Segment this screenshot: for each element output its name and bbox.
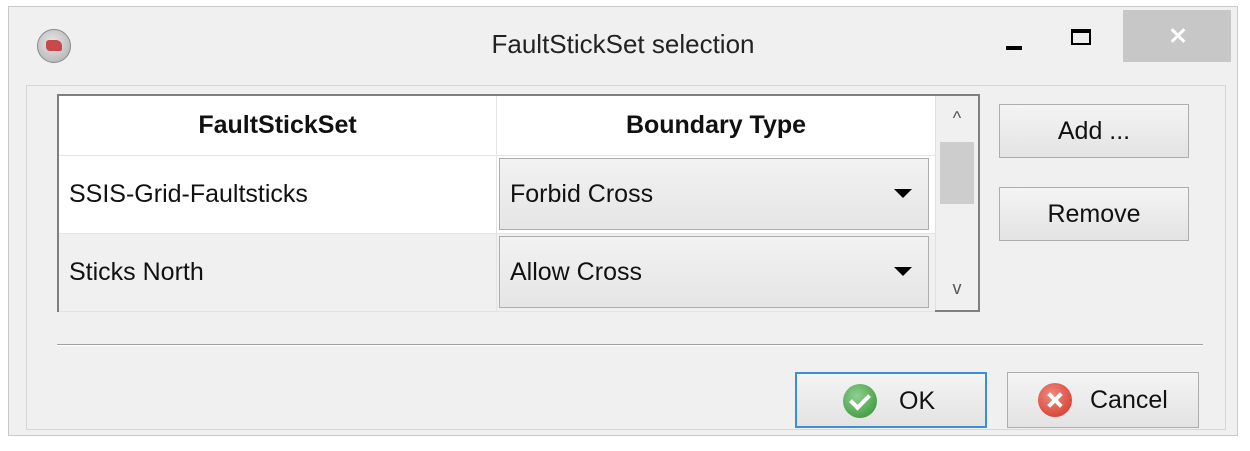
scrollbar-thumb[interactable]: [940, 142, 974, 204]
window-title: FaultStickSet selection: [491, 29, 755, 59]
dialog-content: FaultStickSet Boundary Type SSIS-Grid-Fa…: [26, 85, 1226, 430]
maximize-icon[interactable]: [1059, 23, 1103, 63]
dialog-window: FaultStickSet selection FaultStickSet Bo…: [8, 6, 1238, 436]
vertical-scrollbar[interactable]: ^ v: [935, 96, 978, 310]
checkmark-icon: [843, 384, 877, 418]
add-button[interactable]: Add ...: [999, 104, 1189, 158]
boundary-type-dropdown[interactable]: Forbid Cross: [499, 158, 929, 230]
dropdown-arrow-icon[interactable]: [894, 189, 912, 198]
column-header-boundary-type[interactable]: Boundary Type: [497, 96, 935, 155]
scroll-down-arrow-icon[interactable]: v: [936, 266, 978, 310]
cancel-button[interactable]: Cancel: [1007, 372, 1199, 428]
table-header: FaultStickSet Boundary Type: [59, 96, 935, 156]
table-row[interactable]: SSIS-Grid-Faultsticks Forbid Cross: [59, 156, 935, 234]
title-bar[interactable]: FaultStickSet selection: [9, 7, 1237, 85]
scroll-up-arrow-icon[interactable]: ^: [936, 96, 978, 140]
boundary-type-value: Forbid Cross: [510, 180, 654, 208]
boundary-type-dropdown[interactable]: Allow Cross: [499, 236, 929, 308]
close-icon[interactable]: [1123, 10, 1231, 62]
column-header-faultstickset[interactable]: FaultStickSet: [59, 96, 497, 155]
faultstickset-name-cell[interactable]: SSIS-Grid-Faultsticks: [59, 156, 497, 233]
cancel-label: Cancel: [1090, 386, 1168, 414]
table-row[interactable]: Sticks North Allow Cross: [59, 234, 935, 312]
ok-button[interactable]: OK: [795, 372, 987, 428]
cancel-x-icon: [1038, 383, 1072, 417]
ok-label: OK: [899, 387, 936, 415]
separator-line: [57, 344, 1203, 346]
minimize-icon[interactable]: [994, 23, 1032, 63]
remove-button[interactable]: Remove: [999, 187, 1189, 241]
faultstickset-name-cell[interactable]: Sticks North: [59, 234, 497, 311]
dropdown-arrow-icon[interactable]: [894, 267, 912, 276]
boundary-type-value: Allow Cross: [510, 258, 642, 286]
faultstickset-table: FaultStickSet Boundary Type SSIS-Grid-Fa…: [57, 94, 980, 312]
